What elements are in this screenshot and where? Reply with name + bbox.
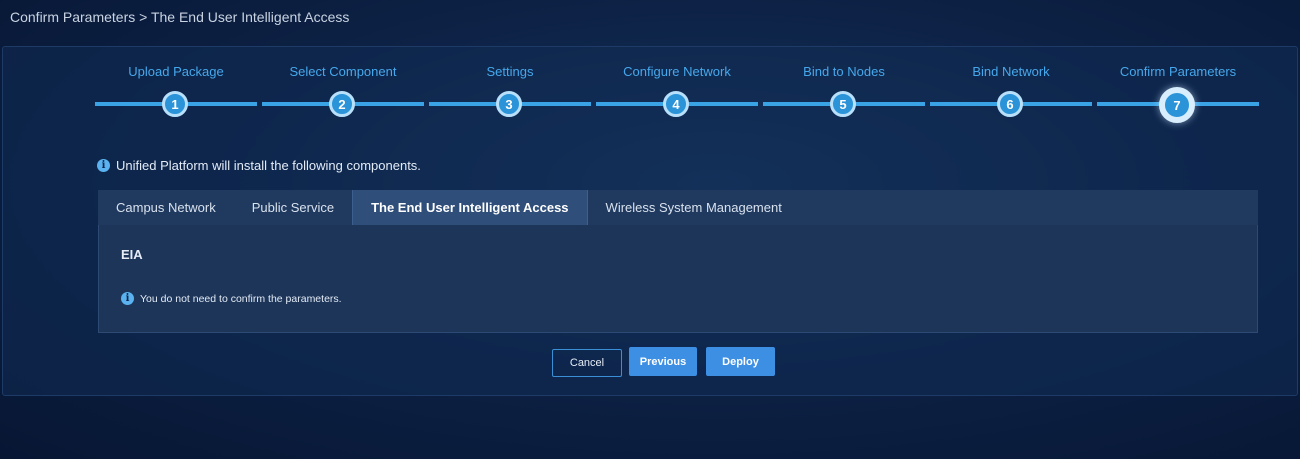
step-number: 5 xyxy=(830,91,856,117)
deploy-button[interactable]: Deploy xyxy=(706,347,775,376)
step-number: 7 xyxy=(1159,87,1195,123)
info-icon: i xyxy=(97,159,110,172)
step-number: 1 xyxy=(162,91,188,117)
tab-content: EIA i You do not need to confirm the par… xyxy=(98,225,1258,333)
tab-campus-network[interactable]: Campus Network xyxy=(98,190,234,225)
step-confirm-parameters[interactable]: Confirm Parameters 7 xyxy=(1097,61,1259,125)
step-number: 4 xyxy=(663,91,689,117)
breadcrumb: Confirm Parameters > The End User Intell… xyxy=(10,9,350,25)
step-label: Configure Network xyxy=(623,64,731,79)
parameters-notice: i You do not need to confirm the paramet… xyxy=(121,292,342,305)
component-title: EIA xyxy=(121,247,143,262)
install-info-text: Unified Platform will install the follow… xyxy=(116,158,421,173)
step-number: 3 xyxy=(496,91,522,117)
tab-public-service[interactable]: Public Service xyxy=(234,190,352,225)
step-label: Bind Network xyxy=(972,64,1050,79)
previous-button[interactable]: Previous xyxy=(629,347,697,376)
step-upload-package[interactable]: Upload Package 1 xyxy=(95,61,257,125)
component-tabs: Campus Network Public Service The End Us… xyxy=(98,190,1258,225)
step-label: Select Component xyxy=(289,64,397,79)
cancel-button[interactable]: Cancel xyxy=(552,349,622,377)
step-label: Settings xyxy=(486,64,534,79)
step-number: 6 xyxy=(997,91,1023,117)
info-icon: i xyxy=(121,292,134,305)
step-label: Upload Package xyxy=(128,64,224,79)
install-info: i Unified Platform will install the foll… xyxy=(97,158,421,173)
step-bind-network[interactable]: Bind Network 6 xyxy=(930,61,1092,125)
step-label: Bind to Nodes xyxy=(803,64,885,79)
step-number: 2 xyxy=(329,91,355,117)
tab-end-user-intelligent-access[interactable]: The End User Intelligent Access xyxy=(352,190,588,225)
step-configure-network[interactable]: Configure Network 4 xyxy=(596,61,758,125)
wizard-panel: Upload Package 1 Select Component 2 Sett… xyxy=(2,46,1298,396)
parameters-notice-text: You do not need to confirm the parameter… xyxy=(140,292,342,305)
stepper: Upload Package 1 Select Component 2 Sett… xyxy=(95,61,1260,125)
step-bind-to-nodes[interactable]: Bind to Nodes 5 xyxy=(763,61,925,125)
step-settings[interactable]: Settings 3 xyxy=(429,61,591,125)
tab-wireless-system-management[interactable]: Wireless System Management xyxy=(588,190,800,225)
step-label: Confirm Parameters xyxy=(1119,64,1237,79)
step-select-component[interactable]: Select Component 2 xyxy=(262,61,424,125)
